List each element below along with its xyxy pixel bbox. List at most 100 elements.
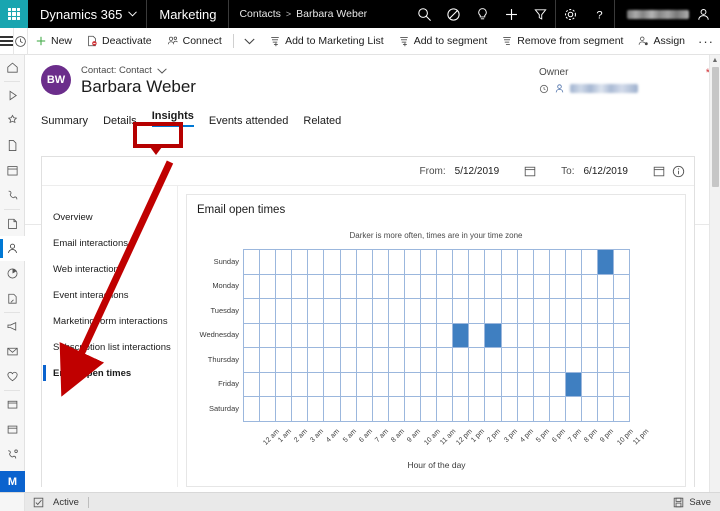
heatmap-cell[interactable] <box>388 348 405 373</box>
heatmap-cell[interactable] <box>260 323 277 348</box>
search-icon[interactable] <box>410 0 439 28</box>
heatmap-cell[interactable] <box>533 299 550 324</box>
heatmap-cell[interactable] <box>437 372 454 397</box>
heatmap-cell[interactable] <box>598 372 615 397</box>
insights-nav-email-open-times[interactable]: Email open times <box>42 360 177 386</box>
scrollbar-thumb[interactable] <box>712 67 719 187</box>
heatmap-cell[interactable] <box>340 372 357 397</box>
info-icon[interactable] <box>672 165 685 178</box>
heatmap-cell[interactable] <box>276 323 293 348</box>
heatmap-cell[interactable] <box>469 250 486 275</box>
heatmap-cell[interactable] <box>260 250 277 275</box>
overflow-menu-button[interactable]: ··· <box>692 34 720 49</box>
heatmap-cell[interactable] <box>501 299 518 324</box>
heatmap-cell[interactable] <box>533 274 550 299</box>
heatmap-cell[interactable] <box>469 348 486 373</box>
quick-create-icon[interactable] <box>497 0 526 28</box>
site-map-toggle-icon[interactable] <box>0 28 13 55</box>
insights-nav-overview[interactable]: Overview <box>42 204 177 230</box>
heatmap-cell[interactable] <box>356 372 373 397</box>
heatmap-cell[interactable] <box>244 372 261 397</box>
heatmap-cell[interactable] <box>260 397 277 422</box>
heatmap-cell[interactable] <box>404 372 422 397</box>
heatmap-cell[interactable] <box>549 372 566 397</box>
heatmap-cell[interactable] <box>533 250 550 275</box>
sidebar-item-email[interactable] <box>0 339 25 364</box>
tab-related[interactable]: Related <box>303 115 341 130</box>
heatmap-cell[interactable] <box>598 250 615 275</box>
deactivate-button[interactable]: Deactivate <box>79 28 159 55</box>
heatmap-cell[interactable] <box>292 348 309 373</box>
connect-dropdown-button[interactable] <box>237 28 262 55</box>
heatmap-cell[interactable] <box>485 323 502 348</box>
heatmap-cell[interactable] <box>581 250 599 275</box>
help-icon[interactable]: ? <box>585 0 614 28</box>
heatmap-cell[interactable] <box>244 348 261 373</box>
heatmap-cell[interactable] <box>501 250 518 275</box>
heatmap-cell[interactable] <box>565 274 582 299</box>
heatmap-cell[interactable] <box>421 250 438 275</box>
heatmap-cell[interactable] <box>549 348 566 373</box>
heatmap-cell[interactable] <box>276 299 293 324</box>
heatmap-cell[interactable] <box>565 299 582 324</box>
heatmap-cell[interactable] <box>437 323 454 348</box>
add-to-marketing-list-button[interactable]: Add to Marketing List <box>262 28 391 55</box>
heatmap-cell[interactable] <box>244 323 261 348</box>
heatmap-cell[interactable] <box>324 397 341 422</box>
heatmap-cell[interactable] <box>485 274 502 299</box>
heatmap-cell[interactable] <box>437 348 454 373</box>
heatmap-cell[interactable] <box>421 397 438 422</box>
heatmap-cell[interactable] <box>565 397 582 422</box>
heatmap-cell[interactable] <box>469 299 486 324</box>
heatmap-cell[interactable] <box>549 274 566 299</box>
heatmap-cell[interactable] <box>340 323 357 348</box>
heatmap-cell[interactable] <box>485 397 502 422</box>
status-right[interactable]: Save <box>673 497 720 508</box>
breadcrumb-parent[interactable]: Contacts <box>239 8 280 20</box>
heatmap-cell[interactable] <box>549 397 566 422</box>
sidebar-item-phone[interactable] <box>0 183 25 208</box>
tab-details[interactable]: Details <box>103 115 137 130</box>
heatmap-cell[interactable] <box>340 348 357 373</box>
heatmap-cell[interactable] <box>404 397 422 422</box>
heatmap-cell[interactable] <box>356 274 373 299</box>
heatmap-cell[interactable] <box>453 348 470 373</box>
heatmap-cell[interactable] <box>340 397 357 422</box>
heatmap-cell[interactable] <box>469 397 486 422</box>
recent-timeline-icon[interactable] <box>13 27 28 55</box>
heatmap-cell[interactable] <box>469 372 486 397</box>
assign-button[interactable]: Assign <box>630 28 692 55</box>
heatmap-cell[interactable] <box>581 323 599 348</box>
heatmap-cell[interactable] <box>356 299 373 324</box>
heatmap-cell[interactable] <box>501 348 518 373</box>
heatmap-cell[interactable] <box>372 348 389 373</box>
heatmap-cell[interactable] <box>565 250 582 275</box>
insights-nav-marketing-form-interactions[interactable]: Marketing form interactions <box>42 308 177 334</box>
heatmap-cell[interactable] <box>598 397 615 422</box>
heatmap-cell[interactable] <box>421 299 438 324</box>
sidebar-item-analytics[interactable] <box>0 261 25 286</box>
heatmap-cell[interactable] <box>581 372 599 397</box>
heatmap-cell[interactable] <box>421 348 438 373</box>
marketing-app-badge[interactable]: M <box>0 471 25 492</box>
settings-gear-icon[interactable] <box>556 0 585 28</box>
heatmap-cell[interactable] <box>614 372 631 397</box>
heatmap-cell[interactable] <box>598 274 615 299</box>
heatmap-cell[interactable] <box>614 274 631 299</box>
heatmap-cell[interactable] <box>421 274 438 299</box>
heatmap-cell[interactable] <box>324 250 341 275</box>
heatmap-cell[interactable] <box>404 323 422 348</box>
heatmap-cell[interactable] <box>276 372 293 397</box>
sidebar-item-pinned[interactable] <box>0 108 25 133</box>
heatmap-cell[interactable] <box>421 323 438 348</box>
assistant-icon[interactable] <box>439 0 468 28</box>
heatmap-cell[interactable] <box>614 348 631 373</box>
heatmap-cell[interactable] <box>356 348 373 373</box>
sidebar-item-journey[interactable] <box>0 392 25 417</box>
heatmap-cell[interactable] <box>614 323 631 348</box>
heatmap-cell[interactable] <box>517 250 534 275</box>
heatmap-cell[interactable] <box>437 397 454 422</box>
heatmap-cell[interactable] <box>517 348 534 373</box>
heatmap-cell[interactable] <box>308 397 325 422</box>
heatmap-cell[interactable] <box>388 397 405 422</box>
